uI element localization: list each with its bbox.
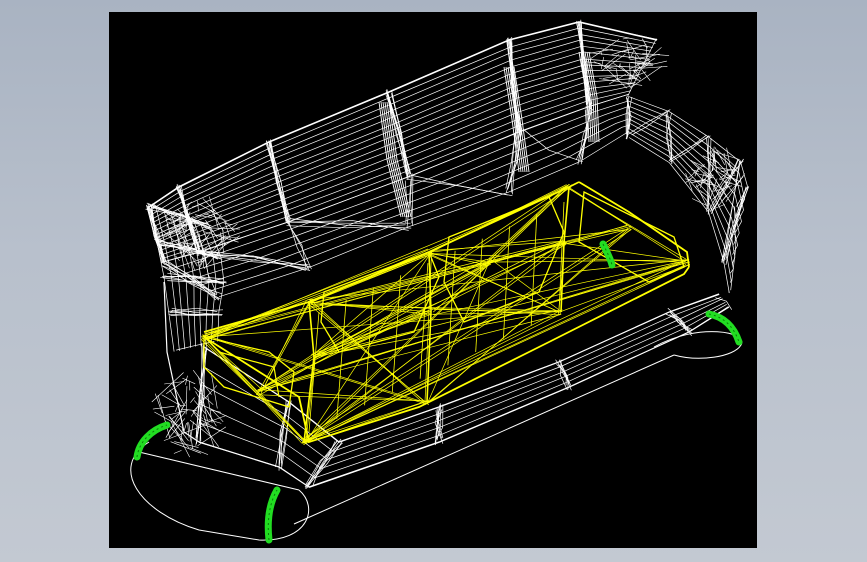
left-arm-scroll <box>205 219 219 239</box>
backrest-lower-line <box>289 225 312 270</box>
right-back-corner <box>626 43 631 60</box>
frame-slat <box>530 214 538 326</box>
right-arm-scroll <box>695 184 707 206</box>
frame-right-rail <box>578 181 690 268</box>
right-arm-line <box>669 135 707 161</box>
right-back-corner <box>622 37 630 40</box>
left-front-corner <box>154 393 163 414</box>
frame-brace <box>255 314 561 392</box>
backrest-lower-line <box>411 176 414 224</box>
frame-brace <box>312 186 572 357</box>
frame-brace <box>311 254 431 301</box>
right-back-corner <box>600 52 603 56</box>
left-front-corner <box>175 403 179 412</box>
frame-brace <box>309 302 562 316</box>
base-outline-left-edge <box>138 451 300 491</box>
right-arm-scroll <box>714 147 726 166</box>
frame-brace <box>258 356 313 390</box>
right-arm-line <box>631 109 671 136</box>
left-arm-scroll <box>214 236 230 248</box>
frame-brace <box>302 400 428 443</box>
backrest-mesh-line <box>391 90 411 175</box>
frame-slat <box>336 299 347 419</box>
right-back-corner <box>600 57 604 70</box>
right-arm-scroll <box>693 161 706 168</box>
foot-front-right <box>705 310 743 346</box>
frame-brace <box>557 263 691 313</box>
backrest-mesh-line <box>156 64 643 235</box>
frame-brace <box>311 229 627 304</box>
frame-brace <box>312 312 432 357</box>
cad-viewport[interactable] <box>109 12 757 548</box>
left-front-corner <box>152 405 175 410</box>
base-outline-right <box>653 331 743 359</box>
left-front-corner <box>172 383 185 405</box>
frame-brace <box>311 187 567 303</box>
frame-brace <box>566 185 688 264</box>
right-back-corner <box>646 46 648 58</box>
right-arm-scroll <box>714 151 716 164</box>
frame-brace <box>315 310 431 360</box>
left-front-corner <box>210 409 222 413</box>
frame-brace <box>314 309 563 357</box>
frame-brace <box>303 259 687 442</box>
frame-brace <box>257 310 429 391</box>
backrest-mesh-line <box>152 45 649 223</box>
frame-brace <box>566 243 686 262</box>
right-back-corner <box>585 61 601 64</box>
left-front-corner <box>173 450 182 454</box>
frame-brace <box>428 227 631 404</box>
sofa-wireframe-drawing <box>130 19 750 544</box>
left-front-corner <box>190 447 209 455</box>
frame-slat <box>391 275 402 393</box>
frame-brace <box>260 394 306 442</box>
backrest-mesh-line <box>164 93 629 262</box>
right-back-corner <box>629 63 632 80</box>
frame-brace <box>201 300 312 340</box>
base-outline-front-edge <box>293 354 675 525</box>
back-cushion-divider <box>388 101 412 218</box>
right-back-corner <box>611 48 630 56</box>
backrest-lower-line <box>286 221 411 224</box>
sofa-feet <box>133 240 743 544</box>
backrest-lower-line <box>163 93 630 263</box>
left-front-corner <box>190 397 195 403</box>
right-arm-scroll <box>716 149 740 171</box>
backrest-mesh-line <box>265 143 291 220</box>
foot-back-left <box>133 421 171 461</box>
front-panel-line <box>202 296 722 452</box>
foot-back-right <box>599 240 616 269</box>
right-arm-scroll <box>714 151 723 159</box>
front-panel-line <box>715 297 732 310</box>
frame-brace <box>490 258 563 313</box>
frame-brace <box>302 264 690 444</box>
foot-front-left <box>264 486 281 544</box>
right-back-corner <box>642 38 648 49</box>
left-arm-scroll <box>197 200 199 212</box>
